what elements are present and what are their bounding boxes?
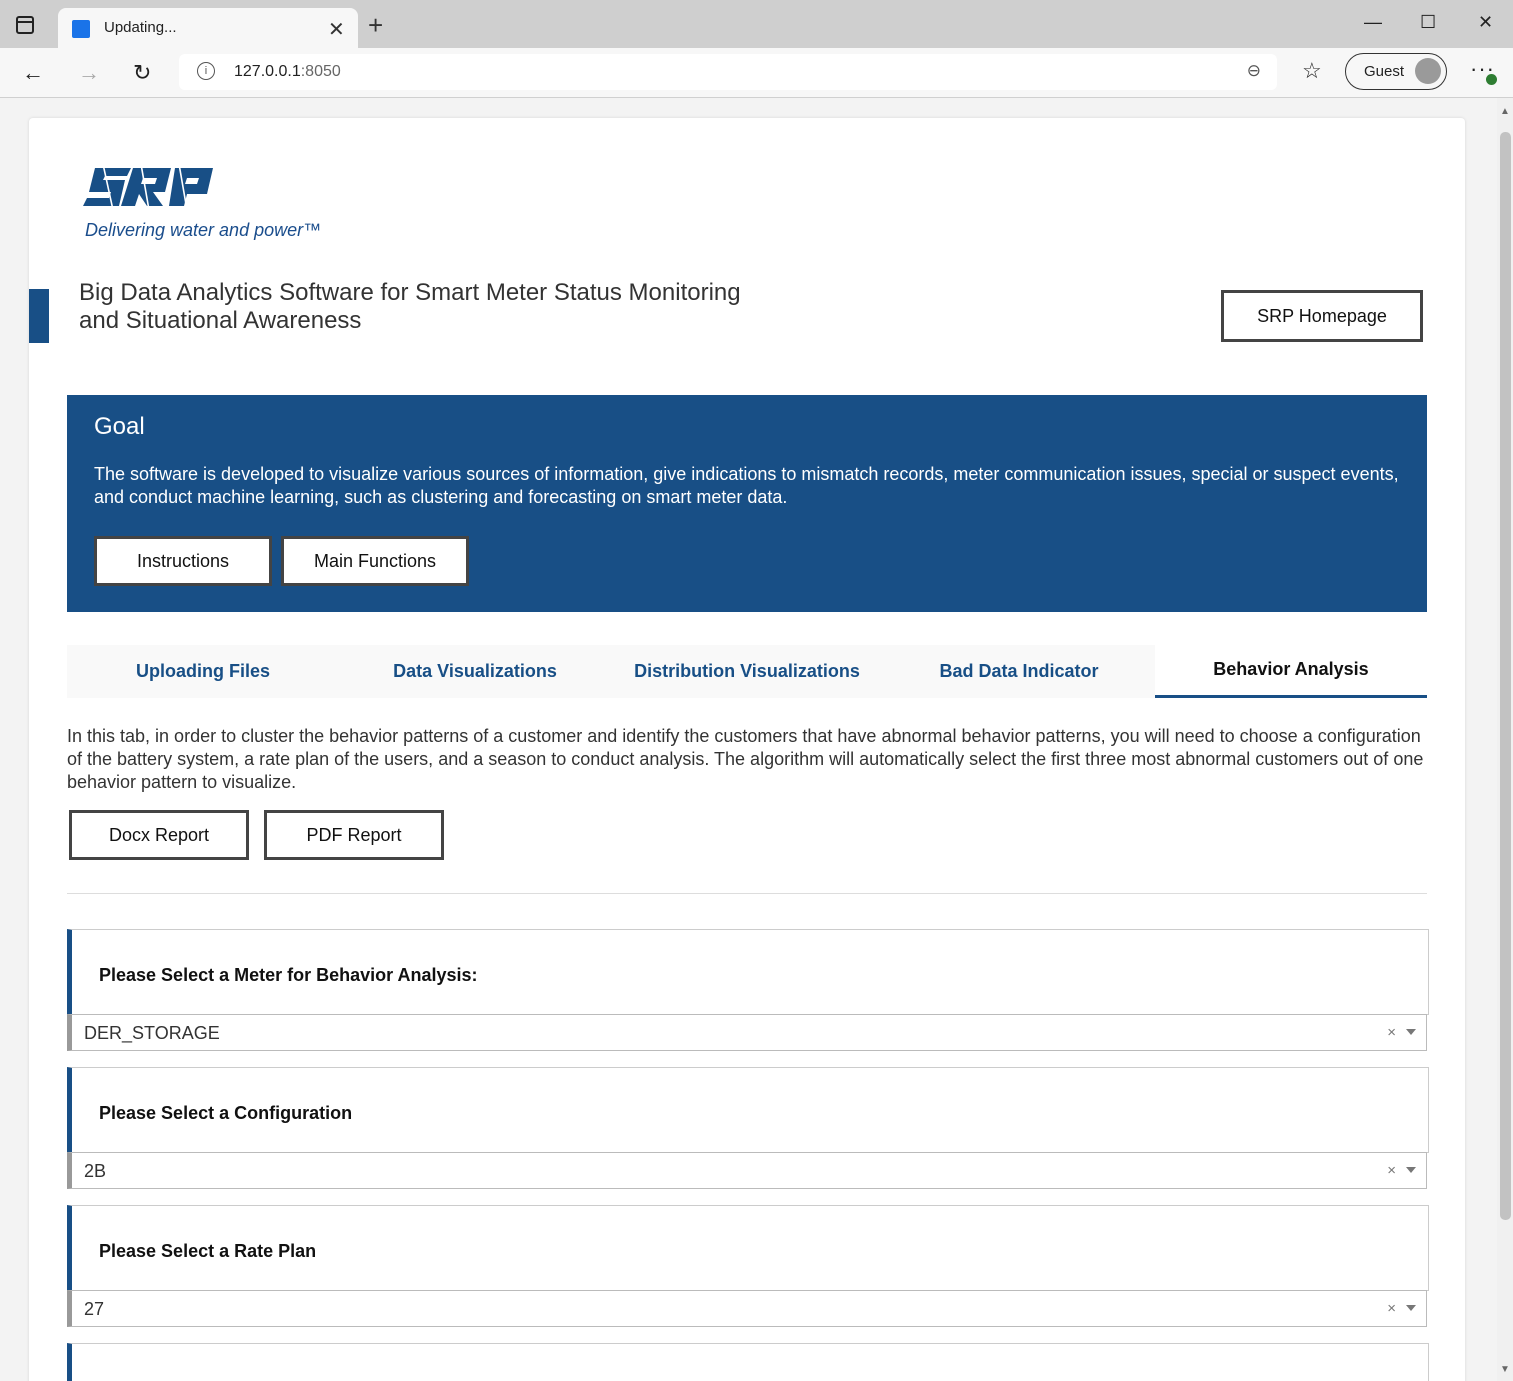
scroll-down-icon[interactable]: ▼ [1500,1364,1510,1375]
configuration-selected-value: 2B [84,1161,107,1181]
section-divider [67,893,1427,894]
url-text: 127.0.0.1:8050 [234,63,341,81]
profile-label: Guest [1364,63,1405,80]
tab-uploading-files[interactable]: Uploading Files [67,645,339,698]
clear-icon[interactable]: × [1387,1162,1396,1179]
chart-favicon-icon [72,20,90,38]
caret-down-icon[interactable] [1406,1029,1416,1035]
browser-tabstrip: Updating... ✕ + — ☐ ✕ [0,0,1513,48]
configuration-dropdown[interactable]: 2B × [67,1152,1427,1189]
srp-logo-mark-icon [83,163,213,211]
meter-select-header: Please Select a Meter for Behavior Analy… [67,929,1429,1015]
rate-plan-select-header: Please Select a Rate Plan [67,1205,1429,1291]
scroll-thumb[interactable] [1500,132,1511,1220]
goal-title: Goal [94,413,145,440]
meter-select-section: Please Select a Meter for Behavior Analy… [67,929,1429,1051]
behavior-intro-text: In this tab, in order to cluster the beh… [67,726,1424,792]
update-badge-icon [1486,74,1497,85]
docx-report-button[interactable]: Docx Report [69,810,249,860]
tab-data-visualizations[interactable]: Data Visualizations [339,645,611,698]
tab-bar: Uploading Files Data Visualizations Dist… [67,645,1427,698]
caret-down-icon[interactable] [1406,1305,1416,1311]
configuration-select-header: Please Select a Configuration [67,1067,1429,1153]
close-tab-icon[interactable]: ✕ [328,17,345,42]
srp-homepage-button[interactable]: SRP Homepage [1221,290,1423,342]
season-select-header [67,1343,1429,1381]
rate-plan-select-label: Please Select a Rate Plan [99,1241,317,1261]
configuration-select-label: Please Select a Configuration [99,1103,353,1123]
season-select-section [67,1343,1429,1381]
clear-icon[interactable]: × [1387,1300,1396,1317]
pdf-report-button[interactable]: PDF Report [264,810,444,860]
address-bar[interactable]: i 127.0.0.1:8050 ⊖ [179,54,1277,90]
scroll-up-icon[interactable]: ▲ [1500,106,1510,117]
favorites-icon[interactable]: ☆ [1302,58,1322,84]
meter-select-label: Please Select a Meter for Behavior Analy… [99,965,478,985]
clear-icon[interactable]: × [1387,1024,1396,1041]
browser-tab[interactable]: Updating... ✕ [58,8,358,48]
header-accent-bar [29,289,49,343]
new-tab-icon[interactable]: + [368,12,383,38]
tab-actions-icon[interactable] [14,14,42,42]
srp-logo[interactable]: Delivering water and power™ [83,163,323,244]
tab-distribution-visualizations[interactable]: Distribution Visualizations [611,645,883,698]
rate-plan-dropdown[interactable]: 27 × [67,1290,1427,1327]
meter-selected-value: DER_STORAGE [84,1023,220,1043]
page-title: Big Data Analytics Software for Smart Me… [79,279,741,334]
main-card: Delivering water and power™ Big Data Ana… [29,118,1465,1381]
tab-bad-data-indicator[interactable]: Bad Data Indicator [883,645,1155,698]
configuration-select-section: Please Select a Configuration 2B × [67,1067,1429,1189]
back-icon[interactable]: ← [22,60,44,86]
page-scrollbar[interactable]: ▲ ▼ [1497,98,1513,1381]
reload-icon[interactable]: ↻ [133,60,151,86]
rate-plan-selected-value: 27 [84,1299,105,1319]
avatar-icon [1415,58,1441,84]
zoom-icon[interactable]: ⊖ [1247,61,1261,81]
profile-button[interactable]: Guest [1345,53,1447,90]
rate-plan-select-section: Please Select a Rate Plan 27 × [67,1205,1429,1327]
info-icon[interactable]: i [197,62,215,80]
main-functions-button[interactable]: Main Functions [281,536,469,586]
url-port: :8050 [300,63,341,80]
instructions-button[interactable]: Instructions [94,536,272,586]
minimize-icon[interactable]: — [1364,12,1382,33]
browser-toolbar: ← → ↻ i 127.0.0.1:8050 ⊖ ☆ Guest ··· [0,48,1513,98]
goal-text: The software is developed to visualize v… [94,464,1399,507]
forward-icon[interactable]: → [78,60,100,86]
browser-tab-title: Updating... [104,19,177,36]
maximize-icon[interactable]: ☐ [1420,12,1436,33]
tab-behavior-analysis[interactable]: Behavior Analysis [1155,645,1427,698]
page-viewport: Delivering water and power™ Big Data Ana… [0,98,1497,1381]
goal-panel: Goal The software is developed to visual… [67,395,1427,612]
meter-dropdown[interactable]: DER_STORAGE × [67,1014,1427,1051]
close-window-icon[interactable]: ✕ [1478,12,1493,33]
caret-down-icon[interactable] [1406,1167,1416,1173]
logo-tagline: Delivering water and power™ [85,220,322,240]
url-host: 127.0.0.1 [234,63,301,80]
